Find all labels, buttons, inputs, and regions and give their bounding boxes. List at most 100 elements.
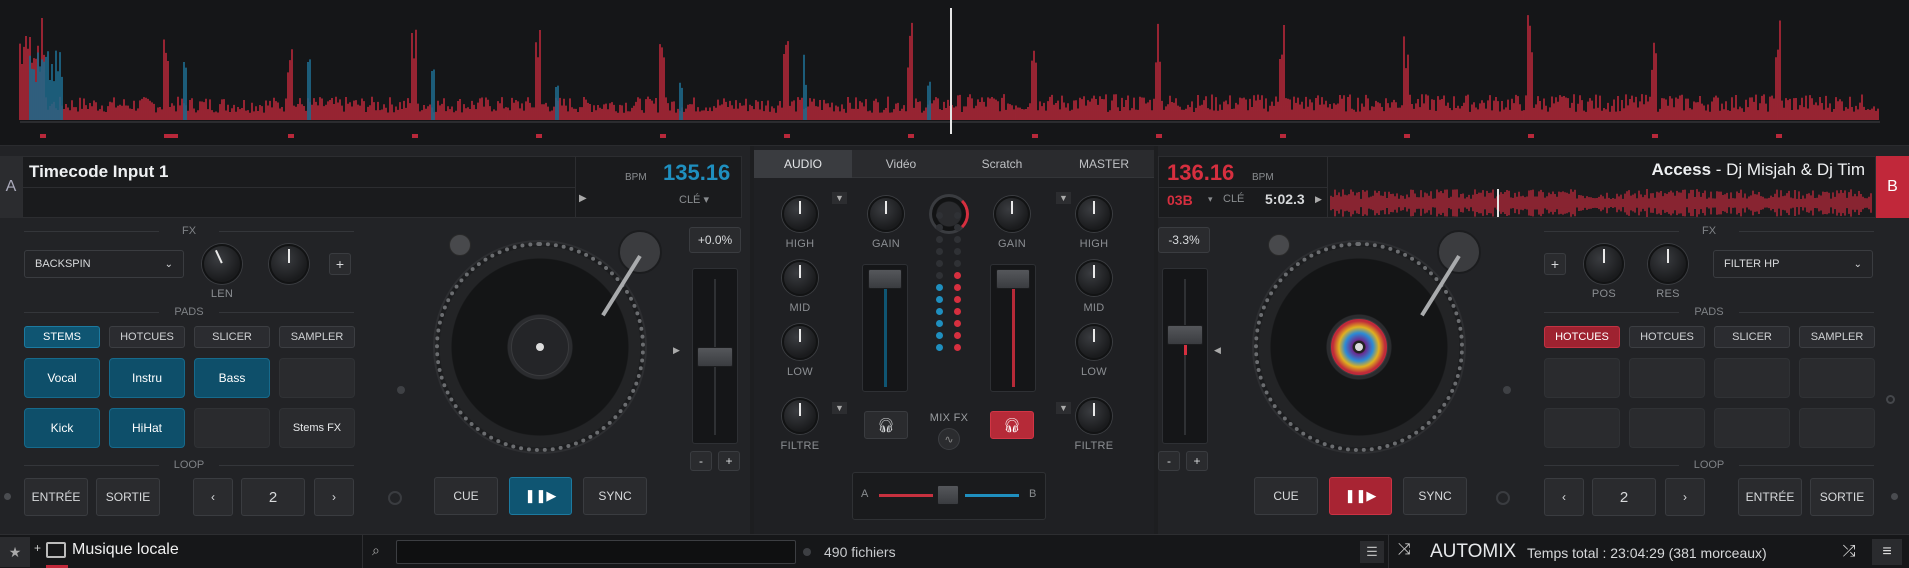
eq-b-high-knob[interactable]: [1076, 196, 1112, 232]
pad-4[interactable]: [279, 358, 355, 398]
loop-size-value[interactable]: 2: [241, 478, 305, 516]
eq-a-menu-icon[interactable]: ▼: [832, 192, 847, 204]
pad-6[interactable]: HiHat: [109, 408, 185, 448]
pad-8[interactable]: Stems FX: [279, 408, 355, 448]
crossfader-cap[interactable]: [937, 485, 959, 505]
folder-label[interactable]: Musique locale: [72, 541, 179, 559]
play-pause-icon[interactable]: ❚❚▶: [1329, 477, 1392, 515]
cue-button[interactable]: CUE: [1254, 477, 1318, 515]
star-icon[interactable]: ★: [0, 537, 30, 567]
list-view-icon[interactable]: ☰: [1360, 541, 1384, 563]
headphone-b-icon[interactable]: 🎧︎: [990, 411, 1034, 439]
tab-video[interactable]: Vidéo: [852, 150, 950, 178]
pad-1[interactable]: Vocal: [24, 358, 100, 398]
fx-res-knob[interactable]: [1648, 244, 1688, 284]
pad-tab-slicer[interactable]: SLICER: [194, 326, 270, 348]
pitch-minus-button[interactable]: -: [1158, 451, 1180, 471]
eq-a-low-knob[interactable]: [782, 324, 818, 360]
pitch-fader-cap[interactable]: [697, 347, 733, 367]
deck-a-jogwheel[interactable]: [435, 242, 645, 452]
pad-tab-slicer[interactable]: SLICER: [1714, 326, 1790, 348]
add-fx-button[interactable]: +: [1544, 253, 1566, 275]
pad-5[interactable]: Kick: [24, 408, 100, 448]
pitch-fader-cap[interactable]: [1167, 325, 1203, 345]
pad-2[interactable]: [1629, 358, 1705, 398]
loop-out-button[interactable]: SORTIE: [1810, 478, 1874, 516]
expand-plus-icon[interactable]: +: [34, 541, 41, 555]
filter-a-knob[interactable]: [782, 398, 818, 434]
deck-b-key[interactable]: 03B: [1167, 192, 1193, 208]
eq-a-high-knob[interactable]: [782, 196, 818, 232]
pitch-fader[interactable]: [692, 268, 738, 444]
mix-fx-wave-icon[interactable]: ∿: [938, 428, 960, 450]
filter-b-menu-icon[interactable]: ▼: [1056, 402, 1071, 414]
loop-next-icon[interactable]: ›: [1665, 478, 1705, 516]
shuffle-icon[interactable]: ⤮: [1834, 539, 1864, 565]
pad-6[interactable]: [1629, 408, 1705, 448]
pad-5[interactable]: [1544, 408, 1620, 448]
search-input[interactable]: [396, 540, 796, 564]
search-field[interactable]: [397, 541, 795, 563]
loop-in-button[interactable]: ENTRÉE: [24, 478, 88, 516]
deck-b-bpm[interactable]: 136.16: [1167, 160, 1234, 186]
automix-menu-icon[interactable]: ≡: [1872, 539, 1902, 565]
eq-b-low-knob[interactable]: [1076, 324, 1112, 360]
eq-b-menu-icon[interactable]: ▼: [1056, 192, 1071, 204]
pitch-value[interactable]: -3.3%: [1158, 227, 1210, 253]
fx-select[interactable]: BACKSPIN ⌄: [24, 250, 184, 278]
loop-out-button[interactable]: SORTIE: [96, 478, 160, 516]
master-volume-knob[interactable]: [929, 194, 969, 234]
fx-len-knob[interactable]: [202, 244, 242, 284]
deck-b-time[interactable]: 5:02.3: [1265, 191, 1305, 207]
gain-a-knob[interactable]: [868, 196, 904, 232]
eq-b-mid-knob[interactable]: [1076, 260, 1112, 296]
pitch-plus-button[interactable]: +: [1186, 451, 1208, 471]
pitch-fader[interactable]: [1162, 268, 1208, 444]
gain-b-knob[interactable]: [994, 196, 1030, 232]
headphone-a-icon[interactable]: 🎧︎: [864, 411, 908, 439]
loop-in-button[interactable]: ENTRÉE: [1738, 478, 1802, 516]
loop-prev-icon[interactable]: ‹: [193, 478, 233, 516]
deck-b-jogwheel[interactable]: [1254, 242, 1464, 452]
filter-a-menu-icon[interactable]: ▼: [832, 402, 847, 414]
pad-tab-sampler[interactable]: SAMPLER: [279, 326, 355, 348]
pad-tab-sampler[interactable]: SAMPLER: [1799, 326, 1875, 348]
pad-8[interactable]: [1799, 408, 1875, 448]
fx-param-knob[interactable]: [269, 244, 309, 284]
automix-shuffle-icon[interactable]: ⤨: [1398, 541, 1411, 559]
tab-audio[interactable]: AUDIO: [754, 150, 852, 178]
tab-master[interactable]: MASTER: [1054, 150, 1154, 178]
vinyl-mode-icon[interactable]: [449, 234, 471, 256]
play-pause-icon[interactable]: ❚❚▶: [509, 477, 572, 515]
automix-label[interactable]: AUTOMIX: [1430, 541, 1516, 563]
play-small-icon[interactable]: ▶: [579, 193, 587, 204]
pad-tab-hotcues[interactable]: HOTCUES: [109, 326, 185, 348]
sync-button[interactable]: SYNC: [1403, 477, 1467, 515]
crossfader[interactable]: A B: [852, 472, 1046, 520]
pad-3[interactable]: Bass: [194, 358, 270, 398]
vinyl-mode-icon[interactable]: [1268, 234, 1290, 256]
pad-tab-stems[interactable]: STEMS: [24, 326, 100, 348]
pitch-value[interactable]: +0.0%: [689, 227, 741, 253]
filter-b-knob[interactable]: [1076, 398, 1112, 434]
pad-1[interactable]: [1544, 358, 1620, 398]
pitch-plus-button[interactable]: +: [718, 451, 740, 471]
pad-2[interactable]: Instru: [109, 358, 185, 398]
channel-b-fader[interactable]: [990, 264, 1036, 392]
key-dropdown-icon[interactable]: ▾: [1208, 194, 1213, 205]
deck-a-bpm[interactable]: 135.16: [663, 160, 730, 186]
fx-select[interactable]: FILTER HP ⌄: [1713, 250, 1873, 278]
pad-4[interactable]: [1799, 358, 1875, 398]
pad-7[interactable]: [1714, 408, 1790, 448]
deck-a-key[interactable]: CLÉ ▾: [679, 193, 709, 206]
deck-b-mini-waveform[interactable]: [1329, 189, 1875, 217]
channel-a-fader[interactable]: [862, 264, 908, 392]
sync-button[interactable]: SYNC: [583, 477, 647, 515]
tab-scratch[interactable]: Scratch: [950, 150, 1054, 178]
cue-button[interactable]: CUE: [434, 477, 498, 515]
pitch-minus-button[interactable]: -: [690, 451, 712, 471]
pad-3[interactable]: [1714, 358, 1790, 398]
fx-pos-knob[interactable]: [1584, 244, 1624, 284]
add-fx-button[interactable]: +: [329, 253, 351, 275]
pad-tab-hotcues[interactable]: HOTCUES: [1629, 326, 1705, 348]
